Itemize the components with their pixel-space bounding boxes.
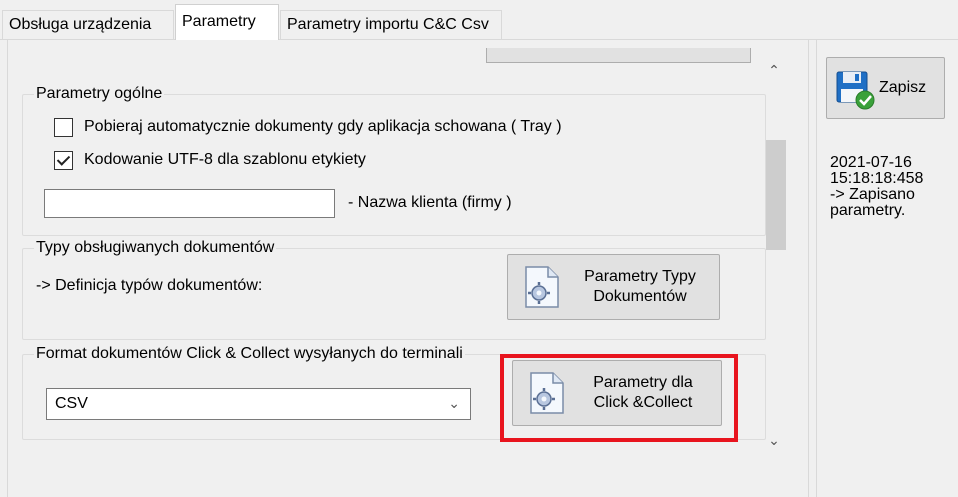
doc-types-definition-label: -> Definicja typów dokumentów: xyxy=(36,277,263,294)
save-button[interactable]: Zapisz xyxy=(826,57,945,119)
click-collect-title: Format dokumentów Click & Collect wysyła… xyxy=(34,345,465,363)
doc-types-title: Typy obsługiwanych dokumentów xyxy=(34,239,277,257)
client-name-label: - Nazwa klienta (firmy ) xyxy=(348,194,512,211)
format-select-value: CSV xyxy=(55,395,88,412)
tab-obsluga-urzadzenia[interactable]: Obsługa urządzenia xyxy=(2,10,174,40)
tab-label: Obsługa urządzenia xyxy=(9,16,152,33)
chevron-up-icon[interactable]: ⌃ xyxy=(758,62,790,79)
doc-types-params-button[interactable]: Parametry Typy Dokumentów xyxy=(507,254,720,320)
chevron-down-icon: ⌄ xyxy=(448,395,460,411)
tab-parametry-importu[interactable]: Parametry importu C&C Csv xyxy=(280,10,502,40)
format-select[interactable]: CSV ⌄ xyxy=(46,388,471,420)
highlight-box xyxy=(500,354,738,442)
tab-label: Parametry xyxy=(182,13,256,30)
tab-label: Parametry importu C&C Csv xyxy=(287,16,489,33)
utf8-checkbox[interactable] xyxy=(54,151,73,170)
vertical-scrollbar[interactable]: ⌃ ⌄ xyxy=(758,62,790,449)
floppy-save-icon xyxy=(836,71,875,110)
partial-button[interactable] xyxy=(486,48,751,63)
client-name-input[interactable] xyxy=(44,189,335,218)
tab-strip: Obsługa urządzenia Parametry Parametry i… xyxy=(0,0,958,44)
settings-document-icon xyxy=(525,266,559,308)
utf8-label: Kodowanie UTF-8 dla szablonu etykiety xyxy=(84,151,366,168)
chevron-down-icon[interactable]: ⌄ xyxy=(758,432,790,449)
save-button-label: Zapisz xyxy=(879,79,927,96)
auto-download-checkbox[interactable] xyxy=(54,118,73,137)
auto-download-label: Pobieraj automatycznie dokumenty gdy apl… xyxy=(84,118,562,135)
general-params-title: Parametry ogólne xyxy=(34,85,165,103)
doc-types-button-line2: Dokumentów xyxy=(593,288,687,305)
tab-parametry[interactable]: Parametry xyxy=(175,4,279,40)
doc-types-button-line1: Parametry Typy xyxy=(584,268,696,285)
scroll-thumb[interactable] xyxy=(766,140,786,250)
status-log: 2021-07-16 15:18:18:458 -> Zapisano para… xyxy=(830,154,924,219)
